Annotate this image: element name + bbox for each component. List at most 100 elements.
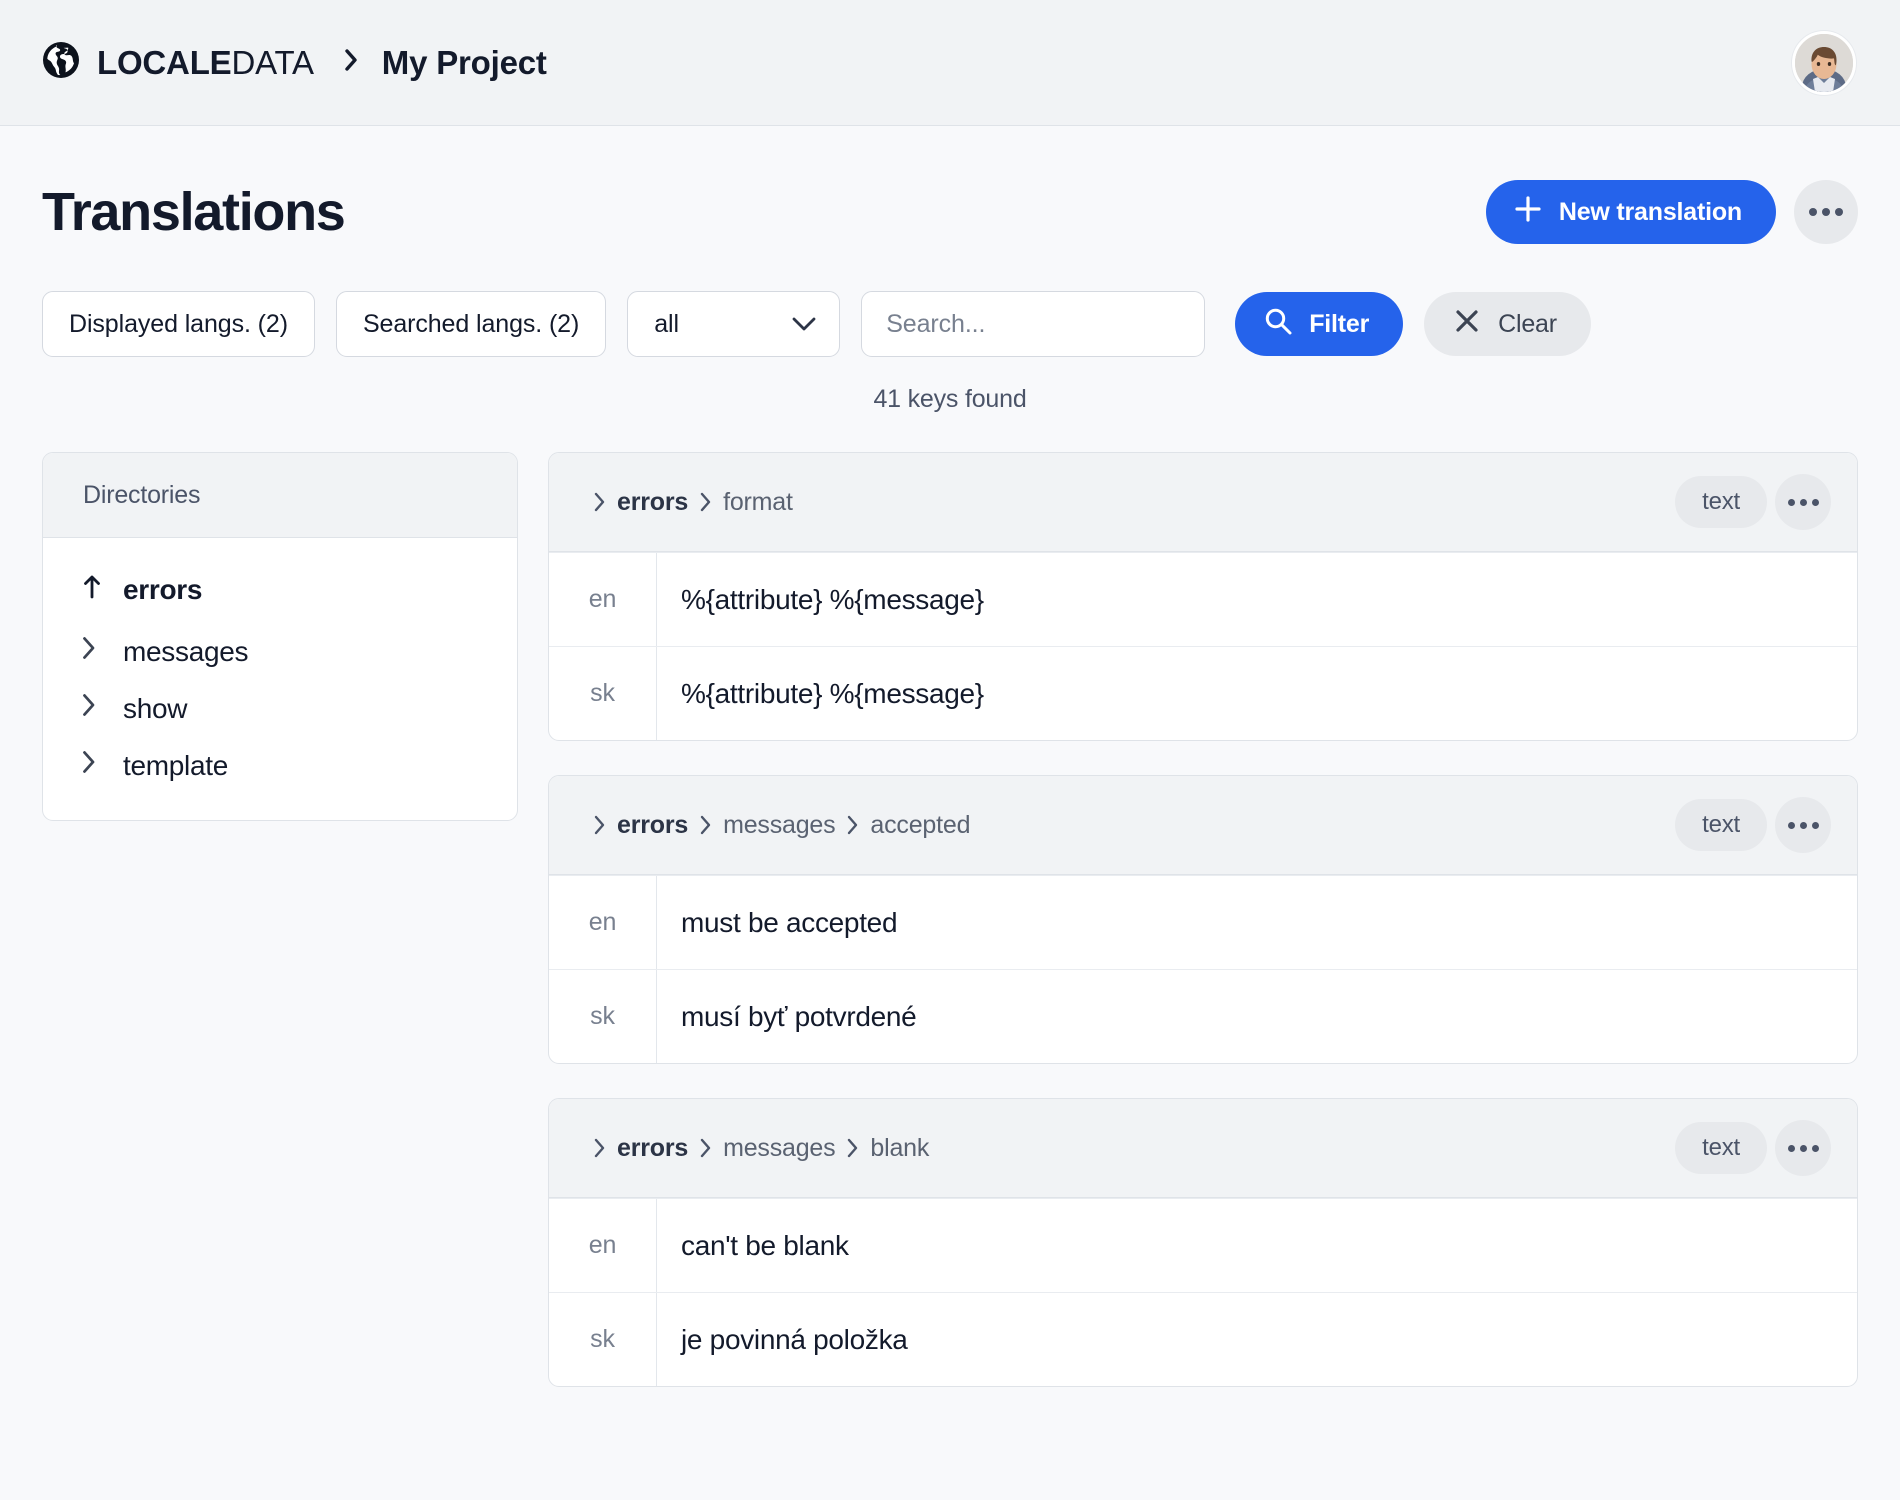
sidebar-item-label: template bbox=[123, 749, 228, 781]
translation-more-button[interactable] bbox=[1775, 797, 1831, 853]
ellipsis-icon bbox=[1809, 208, 1843, 216]
clear-label: Clear bbox=[1498, 309, 1557, 338]
directories-list: errors messages show template bbox=[43, 538, 517, 820]
directories-column: Directories errors messages show templat… bbox=[42, 452, 518, 1421]
translation-card: errors messages blank text en can't be b… bbox=[548, 1098, 1858, 1387]
breadcrumb-project[interactable]: My Project bbox=[382, 44, 547, 82]
row-value[interactable]: %{attribute} %{message} bbox=[657, 553, 1857, 646]
sidebar-item-show[interactable]: show bbox=[43, 680, 517, 737]
page-content: Translations New translation Displayed l… bbox=[0, 126, 1900, 1421]
row-value[interactable]: je povinná položka bbox=[657, 1293, 1857, 1386]
search-icon bbox=[1263, 306, 1293, 343]
translation-card-actions: text bbox=[1675, 474, 1831, 530]
chevron-down-icon bbox=[791, 310, 817, 339]
chevron-right-icon bbox=[81, 635, 103, 668]
translation-card-actions: text bbox=[1675, 797, 1831, 853]
sidebar-item-label: errors bbox=[123, 573, 203, 605]
translations-column: errors format text en %{attribute} %{mes… bbox=[548, 452, 1858, 1421]
translation-card-header: errors format text bbox=[549, 453, 1857, 552]
breadcrumb-root: errors bbox=[617, 810, 689, 839]
row-language: sk bbox=[549, 647, 657, 740]
row-value[interactable]: can't be blank bbox=[657, 1199, 1857, 1292]
translation-card-actions: text bbox=[1675, 1120, 1831, 1176]
page-title: Translations bbox=[42, 182, 346, 242]
translation-card: errors messages accepted text en must be… bbox=[548, 775, 1858, 1064]
row-language: en bbox=[549, 1199, 657, 1292]
translation-key-breadcrumb[interactable]: errors messages blank bbox=[593, 1134, 929, 1163]
scope-select[interactable]: all bbox=[627, 291, 841, 357]
brand-name[interactable]: LOCALEDATA bbox=[97, 44, 314, 82]
clear-button[interactable]: Clear bbox=[1424, 292, 1591, 356]
close-icon bbox=[1454, 308, 1480, 341]
new-translation-label: New translation bbox=[1558, 197, 1742, 226]
chevron-right-icon bbox=[699, 814, 712, 836]
chevron-right-icon bbox=[846, 814, 859, 836]
translation-card: errors format text en %{attribute} %{mes… bbox=[548, 452, 1858, 741]
keys-found-count: 41 keys found bbox=[873, 385, 1027, 413]
status-badge[interactable]: text bbox=[1675, 799, 1767, 851]
breadcrumb-root: errors bbox=[617, 1133, 689, 1162]
translation-key-breadcrumb[interactable]: errors format bbox=[593, 488, 793, 517]
table-row[interactable]: sk %{attribute} %{message} bbox=[549, 646, 1857, 740]
sidebar-item-label: show bbox=[123, 692, 188, 724]
chevron-right-icon bbox=[699, 491, 712, 513]
chevron-right-icon bbox=[593, 491, 606, 513]
breadcrumb-part: messages bbox=[723, 810, 836, 839]
page-header: Translations New translation bbox=[42, 126, 1858, 244]
translation-more-button[interactable] bbox=[1775, 1120, 1831, 1176]
brand-name-strong: LOCALE bbox=[97, 43, 232, 81]
row-value[interactable]: must be accepted bbox=[657, 876, 1857, 969]
chevron-right-icon bbox=[343, 47, 361, 78]
translation-more-button[interactable] bbox=[1775, 474, 1831, 530]
filter-label: Filter bbox=[1309, 309, 1370, 338]
table-row[interactable]: en can't be blank bbox=[549, 1198, 1857, 1292]
status-badge[interactable]: text bbox=[1675, 1122, 1767, 1174]
breadcrumb-part: messages bbox=[723, 1133, 836, 1162]
table-row[interactable]: sk musí byť potvrdené bbox=[549, 969, 1857, 1063]
sidebar-item-template[interactable]: template bbox=[43, 737, 517, 794]
new-translation-button[interactable]: New translation bbox=[1485, 180, 1776, 244]
displayed-langs-button[interactable]: Displayed langs. (2) bbox=[42, 291, 315, 357]
plus-icon bbox=[1514, 195, 1542, 230]
chevron-right-icon bbox=[81, 692, 103, 725]
translation-key-breadcrumb[interactable]: errors messages accepted bbox=[593, 811, 970, 840]
searched-langs-button[interactable]: Searched langs. (2) bbox=[335, 291, 607, 357]
filter-bar: Displayed langs. (2) Searched langs. (2)… bbox=[42, 291, 1858, 357]
translation-card-header: errors messages blank text bbox=[549, 1099, 1857, 1198]
table-row[interactable]: en %{attribute} %{message} bbox=[549, 552, 1857, 646]
arrow-up-icon bbox=[81, 572, 103, 607]
filter-button[interactable]: Filter bbox=[1235, 292, 1404, 356]
top-navbar: LOCALEDATA My Project bbox=[0, 0, 1900, 126]
breadcrumb-part: format bbox=[723, 487, 793, 516]
breadcrumb-part: blank bbox=[870, 1133, 930, 1162]
ellipsis-icon bbox=[1787, 821, 1819, 829]
ellipsis-icon bbox=[1787, 1144, 1819, 1152]
page-more-button[interactable] bbox=[1794, 180, 1858, 244]
sidebar-item-errors[interactable]: errors bbox=[43, 560, 517, 623]
chevron-right-icon bbox=[593, 814, 606, 836]
row-value[interactable]: %{attribute} %{message} bbox=[657, 647, 1857, 740]
chevron-right-icon bbox=[846, 1137, 859, 1159]
content-area: Directories errors messages show templat… bbox=[42, 452, 1858, 1421]
ellipsis-icon bbox=[1787, 498, 1819, 506]
table-row[interactable]: sk je povinná položka bbox=[549, 1292, 1857, 1386]
table-row[interactable]: en must be accepted bbox=[549, 875, 1857, 969]
search-input[interactable] bbox=[861, 291, 1206, 357]
chevron-right-icon bbox=[81, 749, 103, 782]
breadcrumb-root: errors bbox=[617, 487, 689, 516]
globe-icon bbox=[42, 41, 80, 84]
breadcrumb: LOCALEDATA My Project bbox=[42, 41, 547, 84]
page-header-actions: New translation bbox=[1485, 180, 1858, 244]
row-language: sk bbox=[549, 970, 657, 1063]
status-badge[interactable]: text bbox=[1675, 476, 1767, 528]
sidebar-item-messages[interactable]: messages bbox=[43, 623, 517, 680]
row-language: en bbox=[549, 876, 657, 969]
avatar[interactable] bbox=[1792, 30, 1856, 95]
row-value[interactable]: musí byť potvrdené bbox=[657, 970, 1857, 1063]
sidebar-item-label: messages bbox=[123, 635, 249, 667]
directories-panel: Directories errors messages show templat… bbox=[42, 452, 518, 821]
breadcrumb-part: accepted bbox=[870, 810, 971, 839]
translation-card-header: errors messages accepted text bbox=[549, 776, 1857, 875]
brand-name-light: DATA bbox=[231, 43, 314, 81]
chevron-right-icon bbox=[699, 1137, 712, 1159]
